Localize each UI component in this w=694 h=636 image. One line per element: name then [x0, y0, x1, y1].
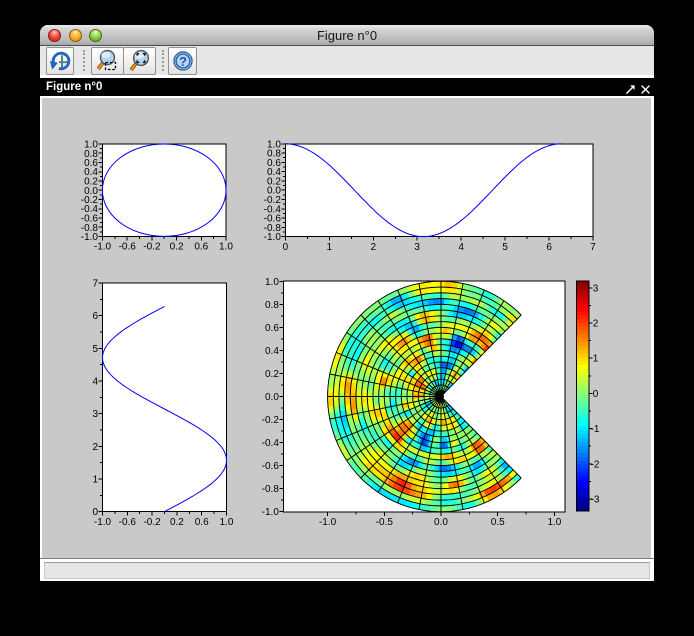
svg-text:0: 0: [92, 507, 98, 518]
svg-text:1.0: 1.0: [220, 517, 234, 528]
svg-text:6: 6: [546, 242, 552, 253]
svg-text:4: 4: [92, 377, 98, 388]
svg-text:-0.6: -0.6: [262, 461, 280, 472]
svg-text:-3: -3: [591, 495, 600, 506]
svg-text:0.4: 0.4: [265, 346, 279, 357]
svg-text:-1.0: -1.0: [262, 507, 280, 518]
svg-text:0.6: 0.6: [194, 242, 208, 253]
svg-text:-0.2: -0.2: [262, 415, 280, 426]
svg-text:-0.2: -0.2: [143, 517, 161, 528]
svg-text:7: 7: [92, 279, 98, 290]
svg-text:-2: -2: [591, 459, 600, 470]
svg-text:0.5: 0.5: [491, 517, 505, 528]
svg-text:6: 6: [92, 311, 98, 322]
svg-text:-1.0: -1.0: [319, 517, 337, 528]
svg-text:1.0: 1.0: [547, 517, 561, 528]
svg-text:0.6: 0.6: [265, 323, 279, 334]
svg-text:-0.6: -0.6: [119, 517, 137, 528]
svg-text:2: 2: [593, 319, 599, 330]
svg-text:1: 1: [92, 474, 98, 485]
svg-text:0.0: 0.0: [434, 517, 448, 528]
svg-text:1.0: 1.0: [219, 242, 233, 253]
svg-text:-0.6: -0.6: [119, 242, 137, 253]
svg-text:1.0: 1.0: [84, 140, 98, 151]
svg-text:-1.0: -1.0: [94, 242, 112, 253]
svg-text:0: 0: [283, 242, 289, 253]
svg-text:3: 3: [593, 283, 599, 294]
svg-text:1.0: 1.0: [267, 139, 281, 150]
svg-text:3: 3: [414, 242, 420, 253]
svg-text:0.2: 0.2: [170, 242, 184, 253]
svg-text:1.0: 1.0: [265, 277, 279, 288]
svg-text:2: 2: [92, 442, 98, 453]
svg-text:7: 7: [590, 242, 596, 253]
svg-text:5: 5: [502, 242, 508, 253]
svg-text:-1: -1: [591, 424, 600, 435]
svg-text:0.6: 0.6: [195, 517, 209, 528]
svg-text:-0.4: -0.4: [262, 438, 280, 449]
svg-text:0: 0: [593, 389, 599, 400]
svg-text:?: ?: [179, 54, 187, 69]
svg-text:3: 3: [92, 409, 98, 420]
svg-text:0.2: 0.2: [265, 369, 279, 380]
svg-text:-0.8: -0.8: [262, 484, 280, 495]
svg-text:5: 5: [92, 344, 98, 355]
svg-text:2: 2: [371, 242, 377, 253]
svg-text:1: 1: [327, 242, 333, 253]
svg-text:1: 1: [593, 354, 599, 365]
svg-text:-1.0: -1.0: [94, 517, 112, 528]
svg-text:4: 4: [458, 242, 464, 253]
svg-text:0.8: 0.8: [265, 300, 279, 311]
svg-text:0.0: 0.0: [265, 392, 279, 403]
svg-text:-0.2: -0.2: [143, 242, 161, 253]
svg-text:0.2: 0.2: [170, 517, 184, 528]
svg-text:-0.5: -0.5: [376, 517, 394, 528]
